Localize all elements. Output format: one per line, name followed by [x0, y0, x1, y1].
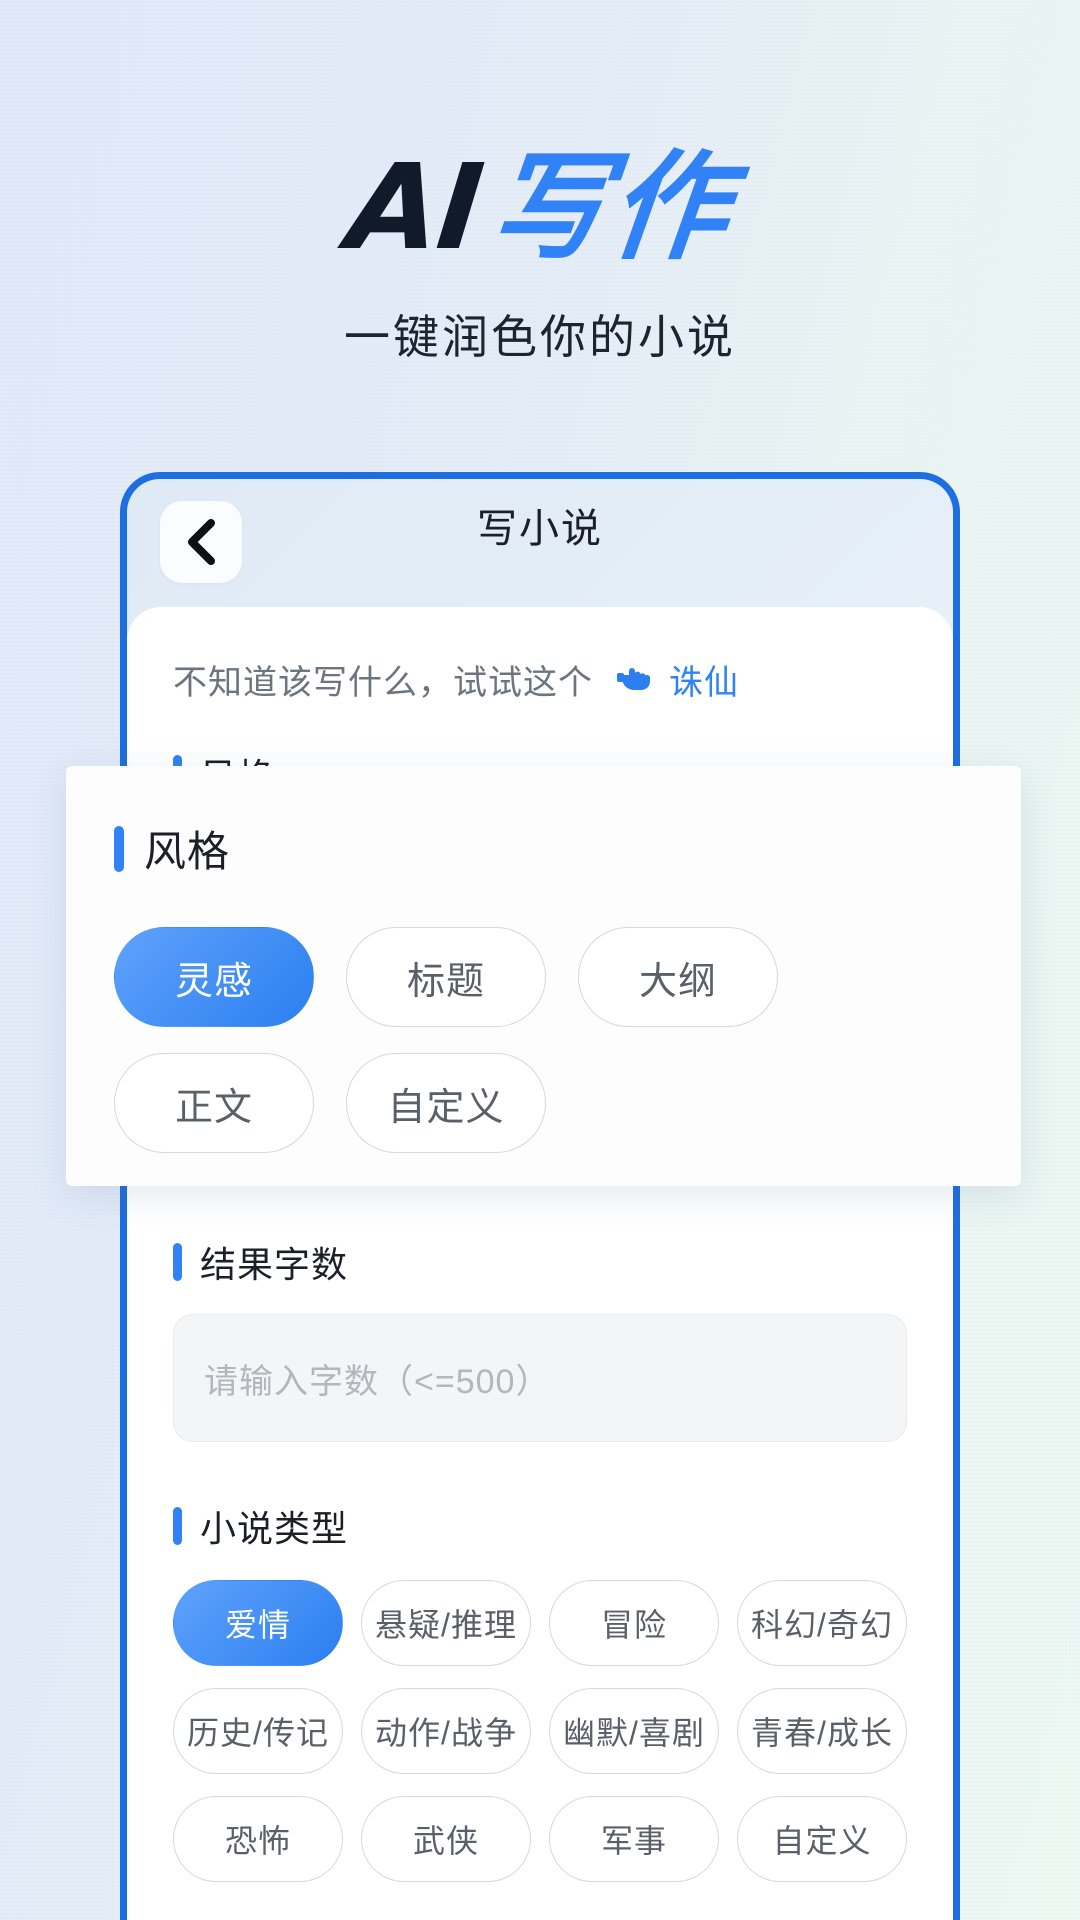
overlay-pill-2[interactable]: 大纲 [578, 927, 778, 1027]
genre-pill-11[interactable]: 自定义 [737, 1796, 907, 1882]
genre-pill-8[interactable]: 恐怖 [173, 1796, 343, 1882]
word-count-section: 结果字数 请输入字数（<=500） [127, 1236, 953, 1442]
phone-mockup: 写小说 不知道该写什么，试试这个 诛仙 风格 [120, 472, 960, 1920]
hint-row: 不知道该写什么，试试这个 诛仙 [127, 607, 953, 704]
genre-pill-group: 爱情 悬疑/推理 冒险 科幻/奇幻 历史/传记 动作/战争 幽默/喜剧 青春/成… [173, 1580, 907, 1882]
style-overlay-card: 风格 灵感 标题 大纲 正文 自定义 [66, 766, 1021, 1186]
genre-pill-3[interactable]: 科幻/奇幻 [737, 1580, 907, 1666]
pointing-hand-icon [617, 662, 657, 698]
back-button[interactable] [160, 501, 242, 583]
page-subtitle: 一键润色你的小说 [344, 311, 736, 363]
word-count-input[interactable]: 请输入字数（<=500） [173, 1314, 907, 1442]
genre-pill-6[interactable]: 幽默/喜剧 [549, 1688, 719, 1774]
genre-pill-5[interactable]: 动作/战争 [361, 1688, 531, 1774]
page-title-cn: 写作 [483, 142, 738, 274]
genre-pill-4[interactable]: 历史/传记 [173, 1688, 343, 1774]
app-header: 写小说 [127, 479, 953, 607]
overlay-pill-3[interactable]: 正文 [114, 1053, 314, 1153]
word-count-title: 结果字数 [200, 1244, 349, 1285]
hero-section: AI写作 一键润色你的小说 [0, 0, 1080, 367]
genre-pill-9[interactable]: 武侠 [361, 1796, 531, 1882]
genre-section: 小说类型 爱情 悬疑/推理 冒险 科幻/奇幻 历史/传记 动作/战争 幽默/喜剧… [127, 1500, 953, 1882]
genre-pill-2[interactable]: 冒险 [549, 1580, 719, 1666]
genre-pill-10[interactable]: 军事 [549, 1796, 719, 1882]
overlay-header: 风格 [114, 818, 973, 879]
section-marker-icon [114, 825, 124, 872]
overlay-pill-4[interactable]: 自定义 [346, 1053, 546, 1153]
word-count-placeholder: 请输入字数（<=500） [204, 1362, 551, 1401]
page-title: AI写作 [342, 138, 737, 276]
hint-link[interactable]: 诛仙 [669, 655, 739, 704]
hint-text: 不知道该写什么，试试这个 [173, 664, 593, 702]
section-marker-icon [173, 1507, 182, 1545]
genre-pill-7[interactable]: 青春/成长 [737, 1688, 907, 1774]
page-title-ai: AI [342, 138, 488, 276]
genre-section-title: 小说类型 [200, 1508, 349, 1549]
app-title: 写小说 [477, 507, 603, 551]
overlay-pill-0[interactable]: 灵感 [114, 927, 314, 1027]
chevron-left-icon [184, 517, 218, 567]
overlay-title: 风格 [144, 828, 231, 875]
genre-pill-1[interactable]: 悬疑/推理 [361, 1580, 531, 1666]
overlay-pill-group: 灵感 标题 大纲 正文 自定义 [114, 927, 973, 1153]
section-marker-icon [173, 1243, 182, 1281]
genre-pill-0[interactable]: 爱情 [173, 1580, 343, 1666]
overlay-pill-1[interactable]: 标题 [346, 927, 546, 1027]
